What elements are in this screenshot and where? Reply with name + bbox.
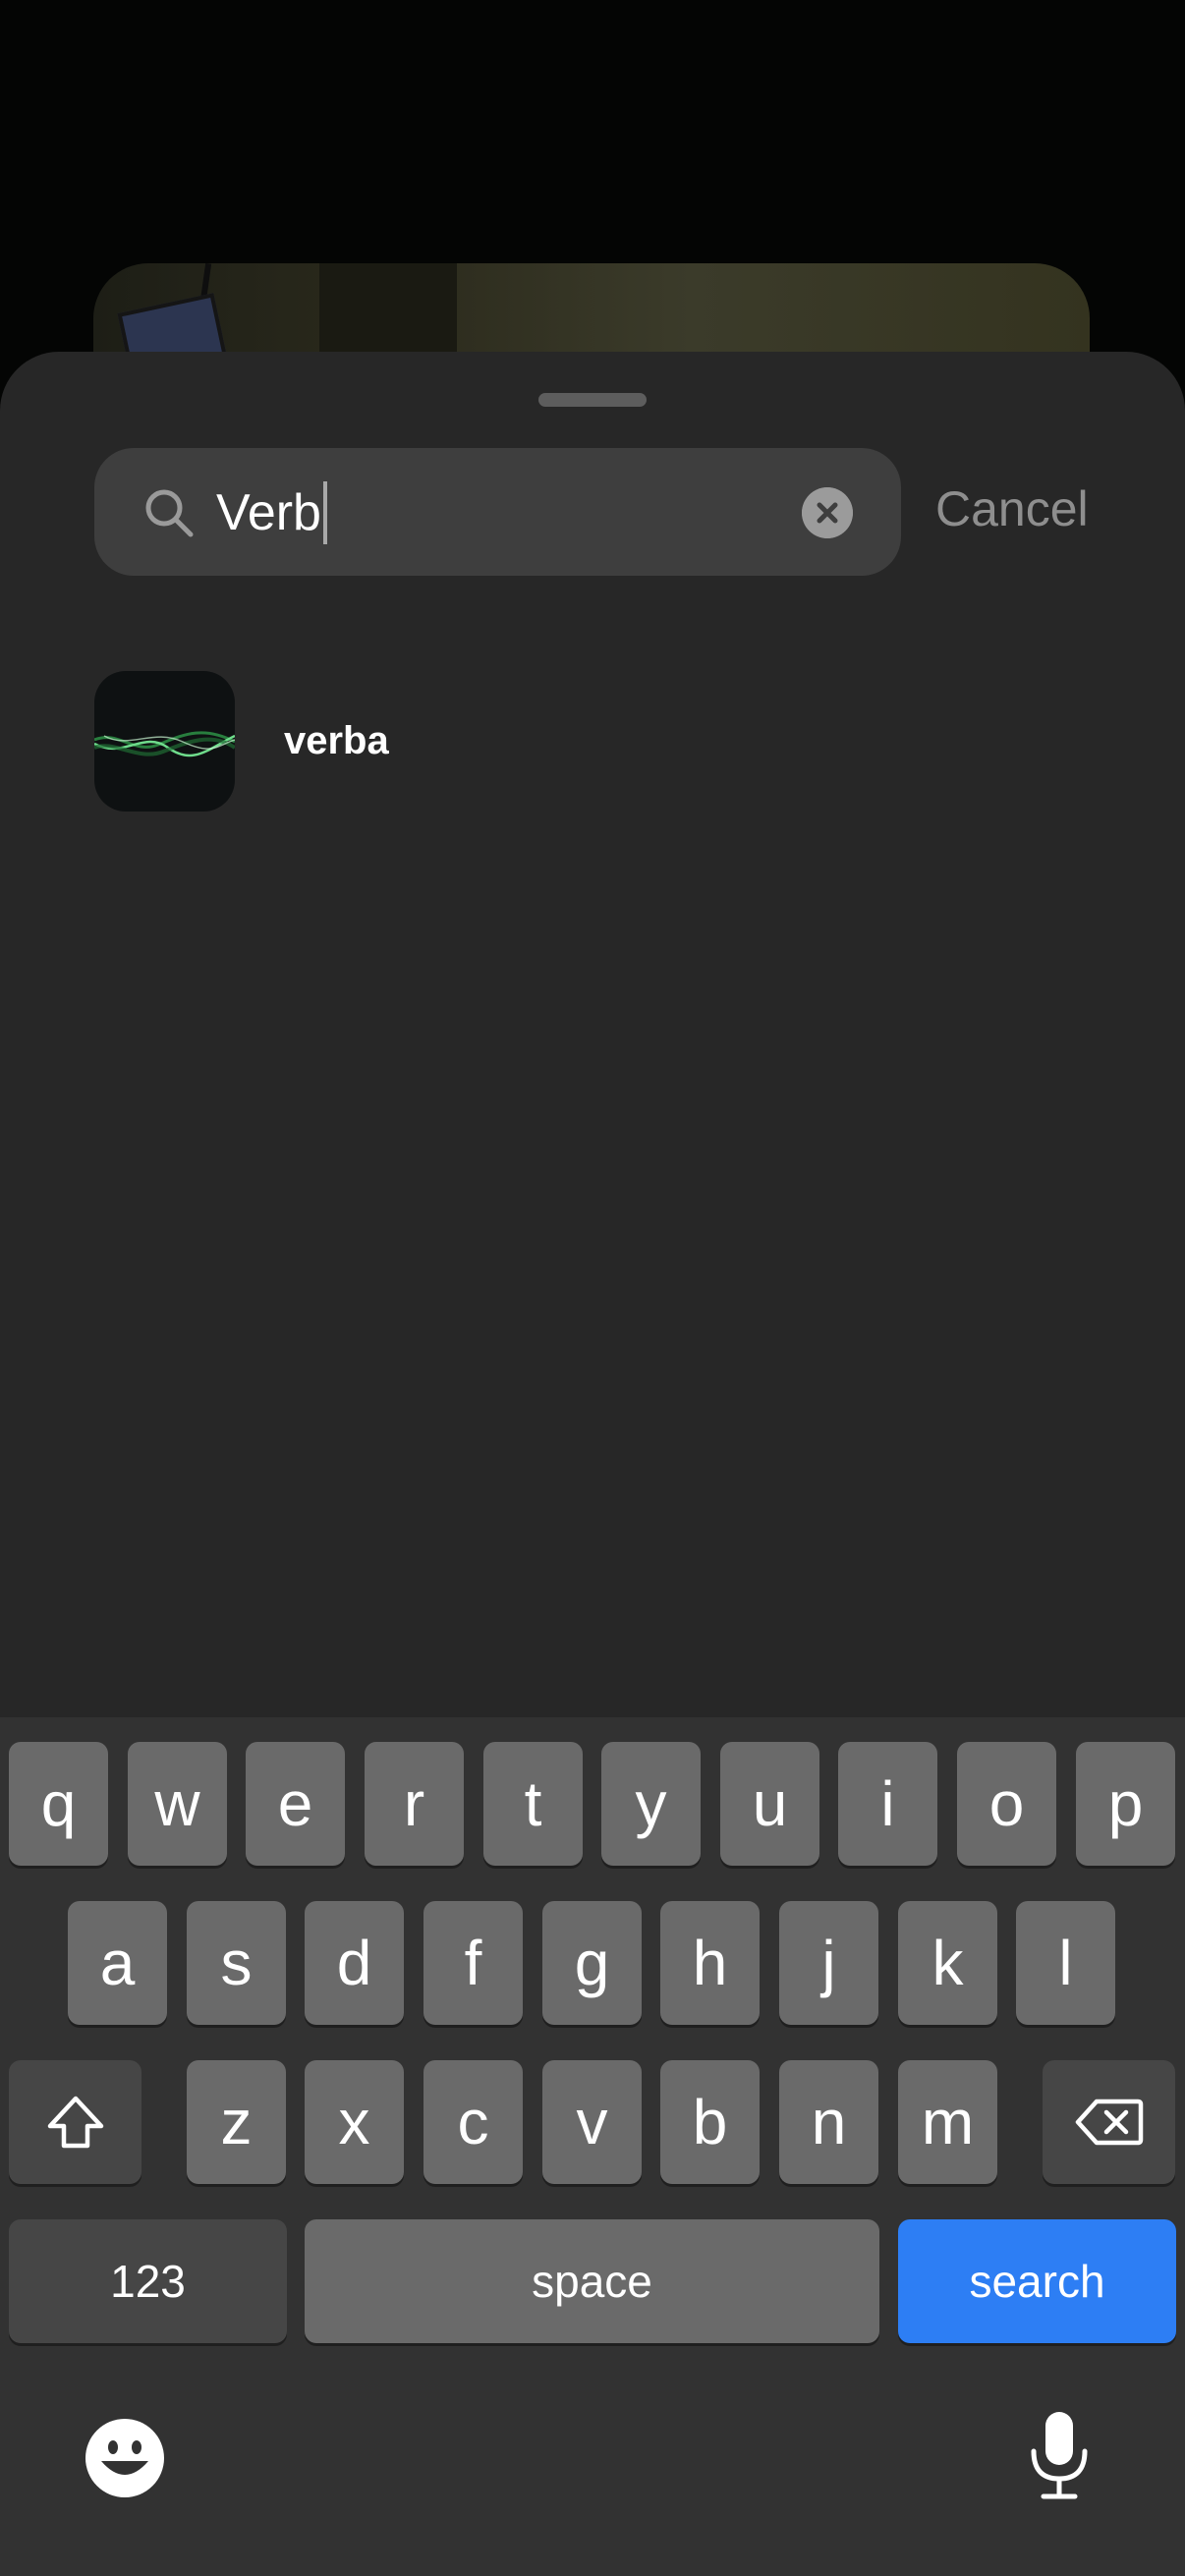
key-c[interactable]: c	[423, 2060, 523, 2184]
clear-search-icon[interactable]	[802, 487, 853, 538]
key-f[interactable]: f	[423, 1901, 523, 2025]
sheet-grabber[interactable]	[538, 393, 647, 407]
key-g[interactable]: g	[542, 1901, 642, 2025]
key-x[interactable]: x	[305, 2060, 404, 2184]
space-key[interactable]: space	[305, 2219, 879, 2343]
emoji-icon[interactable]	[85, 2418, 165, 2498]
cancel-button[interactable]: Cancel	[935, 479, 1089, 538]
shift-key[interactable]	[9, 2060, 141, 2184]
key-b[interactable]: b	[660, 2060, 760, 2184]
search-field[interactable]: Verb	[94, 448, 901, 576]
shift-icon	[47, 2096, 103, 2149]
result-app-name: verba	[284, 719, 389, 762]
key-k[interactable]: k	[898, 1901, 997, 2025]
key-d[interactable]: d	[305, 1901, 404, 2025]
search-result-item[interactable]: verba	[94, 671, 1091, 813]
key-z[interactable]: z	[187, 2060, 286, 2184]
key-w[interactable]: w	[128, 1742, 227, 1866]
key-e[interactable]: e	[246, 1742, 345, 1866]
numbers-key[interactable]: 123	[9, 2219, 287, 2343]
backspace-icon	[1075, 2099, 1143, 2146]
search-input[interactable]: Verb	[216, 481, 327, 544]
key-o[interactable]: o	[957, 1742, 1056, 1866]
search-key[interactable]: search	[898, 2219, 1176, 2343]
text-caret	[322, 481, 327, 544]
search-query: Verb	[216, 484, 321, 541]
key-l[interactable]: l	[1016, 1901, 1115, 2025]
key-s[interactable]: s	[187, 1901, 286, 2025]
keyboard: q w e r t y u i o p a s d f g h j k l z …	[0, 1717, 1185, 2576]
key-p[interactable]: p	[1076, 1742, 1175, 1866]
search-icon	[145, 489, 194, 537]
key-q[interactable]: q	[9, 1742, 108, 1866]
microphone-icon[interactable]	[1028, 2410, 1091, 2500]
key-i[interactable]: i	[838, 1742, 937, 1866]
key-j[interactable]: j	[779, 1901, 878, 2025]
key-y[interactable]: y	[601, 1742, 701, 1866]
key-t[interactable]: t	[483, 1742, 583, 1866]
delete-key[interactable]	[1043, 2060, 1175, 2184]
key-m[interactable]: m	[898, 2060, 997, 2184]
key-r[interactable]: r	[365, 1742, 464, 1866]
key-n[interactable]: n	[779, 2060, 878, 2184]
key-h[interactable]: h	[660, 1901, 760, 2025]
key-a[interactable]: a	[68, 1901, 167, 2025]
key-v[interactable]: v	[542, 2060, 642, 2184]
waveform-app-icon	[94, 671, 235, 812]
key-u[interactable]: u	[720, 1742, 819, 1866]
